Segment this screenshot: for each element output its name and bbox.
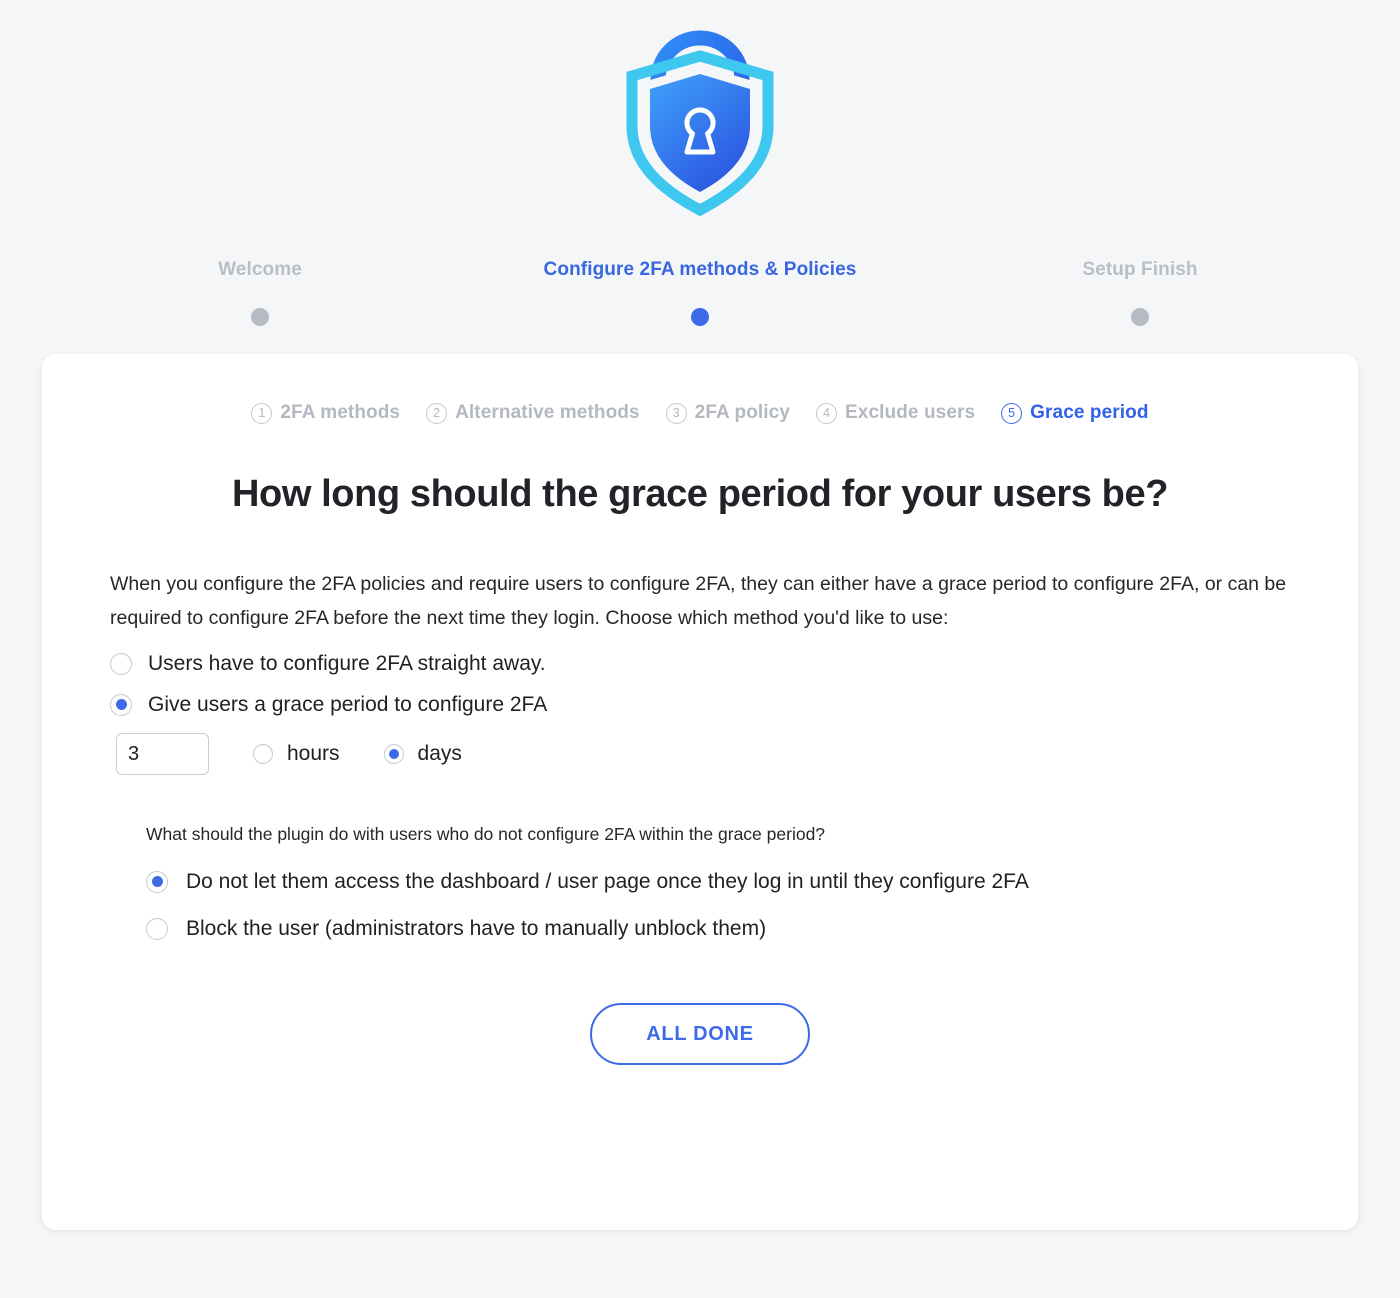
- duration-unit-days[interactable]: days: [383, 742, 462, 766]
- substep-2fa-methods[interactable]: 1 2FA methods: [251, 402, 400, 424]
- grace-option-grace-period[interactable]: Give users a grace period to configure 2…: [110, 692, 1290, 717]
- wizard-progress: Welcome Configure 2FA methods & Policies…: [40, 260, 1360, 326]
- substep-label: Alternative methods: [455, 402, 640, 423]
- wizard-step-label: Setup Finish: [1082, 259, 1198, 280]
- consequence-option-group: Do not let them access the dashboard / u…: [146, 869, 1290, 941]
- all-done-button[interactable]: ALL DONE: [590, 1003, 810, 1066]
- substep-label: 2FA methods: [280, 402, 401, 423]
- grace-option-group: Users have to configure 2FA straight awa…: [110, 651, 1290, 717]
- substep-label: Grace period: [1030, 402, 1149, 423]
- substep-number: 4: [816, 402, 837, 424]
- substep-number: 2: [426, 402, 448, 424]
- duration-unit-hours[interactable]: hours: [253, 742, 340, 766]
- consequence-option-label: Block the user (administrators have to m…: [186, 917, 767, 941]
- substep-exclude-users[interactable]: 4 Exclude users: [816, 402, 975, 424]
- intro-paragraph: When you configure the 2FA policies and …: [110, 573, 1287, 629]
- content-area: When you configure the 2FA policies and …: [42, 568, 1358, 1066]
- submit-area: ALL DONE: [110, 1003, 1290, 1066]
- substep-2fa-policy[interactable]: 3 2FA policy: [665, 402, 790, 424]
- wizard-step-setup-finish[interactable]: Setup Finish: [920, 260, 1360, 326]
- wizard-step-dot: [251, 308, 269, 326]
- duration-unit-label: hours: [287, 742, 340, 766]
- wizard-step-dot: [1131, 308, 1149, 326]
- wizard-step-configure[interactable]: Configure 2FA methods & Policies: [480, 260, 920, 326]
- grace-option-straight-away[interactable]: Users have to configure 2FA straight awa…: [110, 651, 1290, 676]
- logo-container: [0, 0, 1400, 218]
- substep-nav: 1 2FA methods 2 Alternative methods 3 2F…: [42, 354, 1358, 424]
- substep-label: 2FA policy: [694, 402, 790, 423]
- wizard-card: 1 2FA methods 2 Alternative methods 3 2F…: [42, 354, 1358, 1230]
- two-factor-shield-lock-icon: [626, 30, 774, 217]
- radio-icon[interactable]: [110, 652, 132, 675]
- grace-option-label: Users have to configure 2FA straight awa…: [148, 652, 546, 676]
- substep-number: 1: [251, 402, 273, 424]
- substep-number: 5: [1001, 402, 1023, 424]
- radio-icon[interactable]: [146, 917, 168, 940]
- wizard-step-label: Configure 2FA methods & Policies: [543, 259, 857, 280]
- page-title: How long should the grace period for you…: [231, 473, 1169, 515]
- substep-grace-period[interactable]: 5 Grace period: [1001, 402, 1148, 424]
- substep-alternative-methods[interactable]: 2 Alternative methods: [426, 402, 640, 424]
- wizard-step-welcome[interactable]: Welcome: [40, 260, 480, 326]
- wizard-step-dot: [691, 308, 709, 326]
- radio-icon[interactable]: [383, 744, 404, 765]
- consequence-option-no-dashboard[interactable]: Do not let them access the dashboard / u…: [146, 869, 1290, 894]
- radio-icon[interactable]: [253, 744, 273, 765]
- duration-unit-label: days: [417, 742, 462, 766]
- grace-duration-row: hours days: [116, 733, 1290, 776]
- radio-icon[interactable]: [146, 870, 168, 893]
- grace-option-label: Give users a grace period to configure 2…: [148, 693, 548, 717]
- substep-label: Exclude users: [845, 402, 976, 423]
- consequence-option-label: Do not let them access the dashboard / u…: [186, 869, 1029, 893]
- sub-question-text: What should the plugin do with users who…: [146, 824, 826, 845]
- consequence-option-block-user[interactable]: Block the user (administrators have to m…: [146, 916, 1290, 941]
- substep-number: 3: [665, 402, 687, 424]
- grace-duration-input[interactable]: [116, 733, 209, 776]
- radio-icon[interactable]: [110, 693, 132, 716]
- wizard-step-label: Welcome: [218, 259, 302, 280]
